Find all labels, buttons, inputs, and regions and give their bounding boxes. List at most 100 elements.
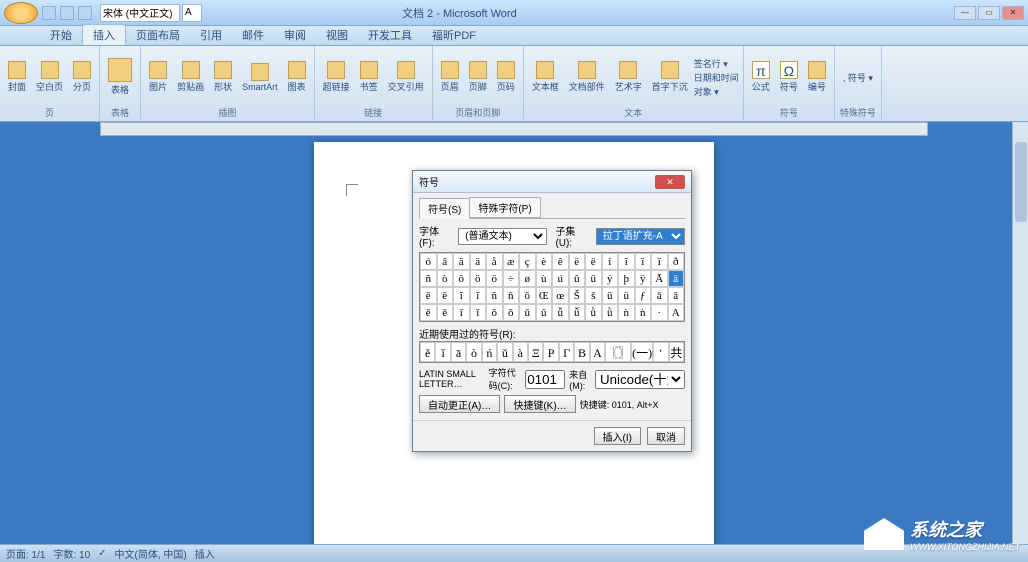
symbol-cell[interactable]: ó [420, 253, 437, 270]
symbol-cell[interactable]: ò [437, 270, 454, 287]
table-button[interactable]: 表格 [104, 56, 136, 98]
blank-page-button[interactable]: 空白页 [32, 59, 67, 95]
status-words[interactable]: 字数: 10 [53, 546, 90, 561]
symbol-cell[interactable]: ė [536, 253, 553, 270]
dialog-titlebar[interactable]: 符号 ✕ [413, 171, 691, 193]
symbol-cell[interactable]: · [651, 304, 668, 321]
symbol-cell[interactable]: ě [420, 304, 437, 321]
footer-button[interactable]: 页脚 [465, 59, 491, 95]
tab-insert[interactable]: 插入 [82, 24, 126, 45]
tab-references[interactable]: 引用 [190, 25, 232, 45]
symbol-cell[interactable]: ā [668, 270, 685, 287]
symbol-cell[interactable]: ü [585, 270, 602, 287]
dialog-tab-special-chars[interactable]: 特殊字符(P) [469, 197, 540, 218]
maximize-button[interactable]: ▭ [978, 6, 1000, 20]
undo-icon[interactable] [60, 6, 74, 20]
symbol-cell[interactable]: ê [552, 253, 569, 270]
symbol-cell[interactable]: ë [569, 253, 586, 270]
symbol-cell[interactable]: ü [602, 287, 619, 304]
recent-symbol-cell[interactable]: Ξ [528, 342, 543, 362]
font-size-select[interactable] [182, 4, 202, 22]
symbol-cell[interactable]: å [486, 253, 503, 270]
symbol-cell[interactable]: ÷ [503, 270, 520, 287]
symbol-cell[interactable]: ð [668, 253, 685, 270]
symbol-cell[interactable]: ǎ [651, 287, 668, 304]
symbol-cell[interactable]: ǚ [569, 304, 586, 321]
recent-symbol-cell[interactable]: (一) [631, 342, 653, 362]
symbol-cell[interactable]: ĩ [453, 287, 470, 304]
header-button[interactable]: 页眉 [437, 59, 463, 95]
symbol-cell[interactable]: ǎ [668, 287, 685, 304]
symbol-cell[interactable]: ĩ [470, 287, 487, 304]
page-number-button[interactable]: 页码 [493, 59, 519, 95]
symbol-cell[interactable]: ǐ [453, 304, 470, 321]
symbol-cell[interactable]: ƒ [635, 287, 652, 304]
symbol-cell[interactable]: û [569, 270, 586, 287]
shortcut-key-button[interactable]: 快捷键(K)… [504, 395, 575, 413]
symbol-cell[interactable]: Œ [536, 287, 553, 304]
insert-button[interactable]: 插入(I) [594, 427, 641, 445]
bookmark-button[interactable]: 书签 [356, 59, 382, 95]
recent-symbol-cell[interactable]: ò [466, 342, 481, 362]
font-name-select[interactable] [100, 4, 180, 22]
symbol-button[interactable]: Ω符号 [776, 59, 802, 95]
quickparts-button[interactable]: 文档部件 [565, 59, 609, 95]
recent-symbol-cell[interactable]: ń [482, 342, 497, 362]
tab-home[interactable]: 开始 [40, 25, 82, 45]
date-time-button[interactable]: 日期和时间 [694, 71, 739, 84]
tab-foxit-pdf[interactable]: 福昕PDF [422, 25, 486, 45]
scrollbar-thumb[interactable] [1015, 142, 1027, 222]
symbol-cell[interactable]: ǒ [486, 304, 503, 321]
symbol-cell[interactable]: Ā [651, 270, 668, 287]
symbol-cell[interactable]: Α [668, 304, 685, 321]
symbol-cell[interactable]: ï [635, 253, 652, 270]
symbol-cell[interactable]: ǜ [602, 304, 619, 321]
symbol-cell[interactable]: ä [453, 253, 470, 270]
signature-line-button[interactable]: 签名行 ▾ [694, 57, 739, 70]
recent-symbol-cell[interactable]: 〖〗 [605, 342, 631, 362]
char-code-input[interactable] [525, 370, 565, 389]
recent-symbol-cell[interactable]: ā [451, 342, 466, 362]
symbol-cell[interactable]: ç [519, 253, 536, 270]
recent-symbol-cell[interactable]: ′ [653, 342, 668, 362]
symbol-cell[interactable]: ä [470, 253, 487, 270]
symbol-cell[interactable]: â [437, 253, 454, 270]
recent-symbol-cell[interactable]: Β [574, 342, 589, 362]
equation-button[interactable]: π公式 [748, 59, 774, 95]
status-language[interactable]: 中文(简体, 中国) [115, 546, 187, 561]
symbol-cell[interactable]: ē [420, 287, 437, 304]
symbol-cell[interactable]: ñ [503, 287, 520, 304]
cross-ref-button[interactable]: 交叉引用 [384, 59, 428, 95]
hyperlink-button[interactable]: 超链接 [319, 59, 354, 95]
symbol-cell[interactable]: ǹ [618, 304, 635, 321]
autocorrect-button[interactable]: 自动更正(A)… [419, 395, 500, 413]
symbol-cell[interactable]: ñ [420, 270, 437, 287]
cover-page-button[interactable]: 封面 [4, 59, 30, 95]
recent-symbol-cell[interactable]: ĭ [435, 342, 450, 362]
recent-symbol-cell[interactable]: Γ [559, 342, 574, 362]
symbol-cell[interactable]: ǚ [552, 304, 569, 321]
vertical-scrollbar[interactable] [1012, 122, 1028, 544]
cancel-button[interactable]: 取消 [647, 427, 685, 445]
chart-button[interactable]: 图表 [284, 59, 310, 95]
symbol-cell[interactable]: ø [519, 270, 536, 287]
close-button[interactable]: ✕ [1002, 6, 1024, 20]
symbol-cell[interactable]: ö [486, 270, 503, 287]
symbol-cell[interactable]: ô [453, 270, 470, 287]
picture-button[interactable]: 图片 [145, 59, 171, 95]
symbol-cell[interactable]: ǹ [635, 304, 652, 321]
tab-developer[interactable]: 开发工具 [358, 25, 422, 45]
symbol-cell[interactable]: ǔ [536, 304, 553, 321]
symbol-cell[interactable]: í [602, 253, 619, 270]
tab-view[interactable]: 视图 [316, 25, 358, 45]
special-symbol-button[interactable]: , 符号 ▾ [839, 69, 877, 86]
number-button[interactable]: 编号 [804, 59, 830, 95]
subset-select[interactable]: 拉丁语扩充-A [596, 228, 685, 245]
symbol-cell[interactable]: þ [618, 270, 635, 287]
symbol-cell[interactable]: ǔ [519, 304, 536, 321]
tab-mailings[interactable]: 邮件 [232, 25, 274, 45]
symbol-cell[interactable]: ǒ [503, 304, 520, 321]
horizontal-ruler[interactable] [100, 122, 928, 136]
wordart-button[interactable]: 艺术字 [611, 59, 646, 95]
smartart-button[interactable]: SmartArt [238, 61, 282, 94]
